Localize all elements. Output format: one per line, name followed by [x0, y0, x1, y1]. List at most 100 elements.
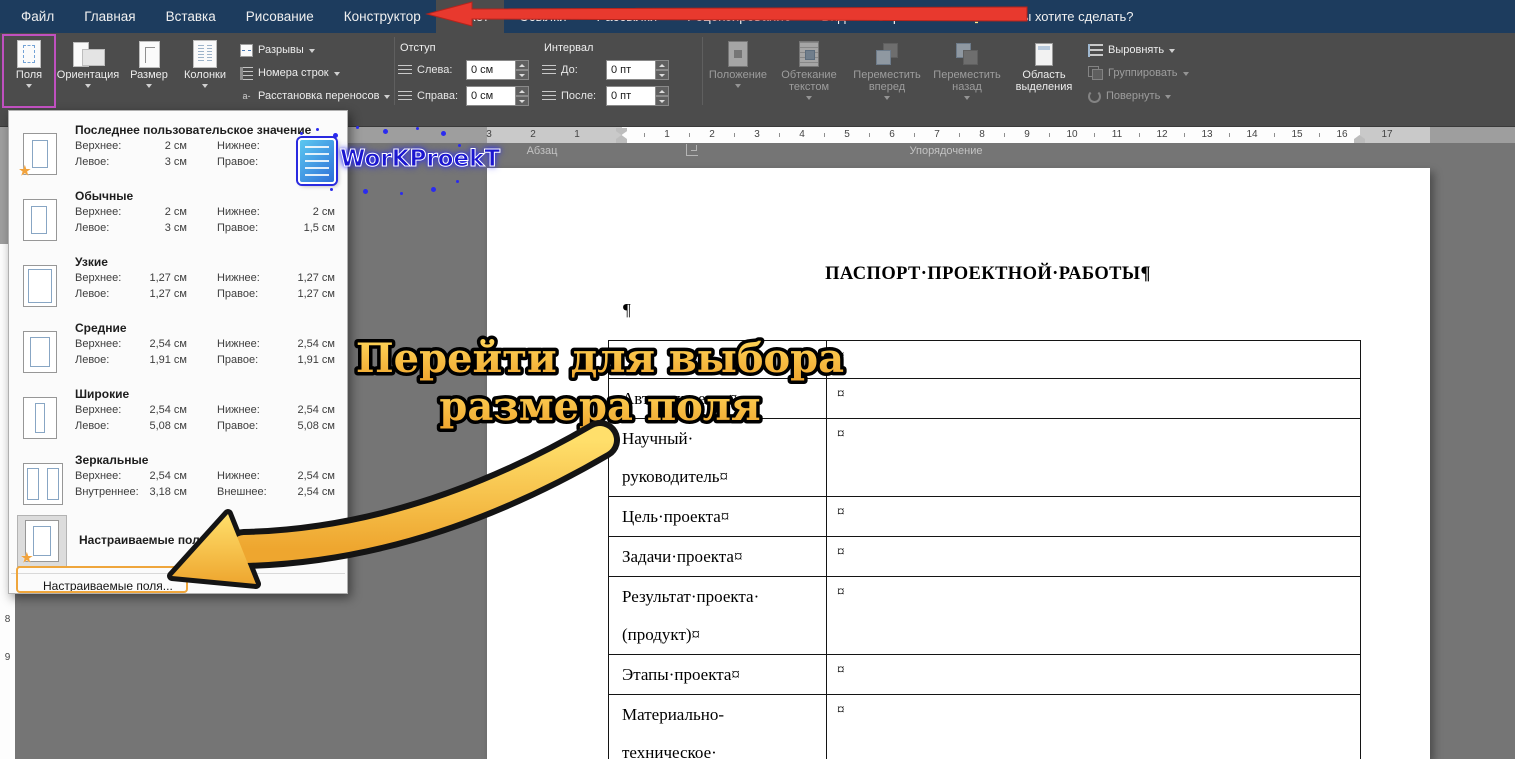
margin-label: Нижнее: [217, 338, 279, 350]
margins-preset-title: Обычные [75, 189, 133, 203]
spin-down-button[interactable] [516, 70, 529, 80]
selection-pane-button[interactable]: Область выделения [1008, 37, 1080, 105]
table-cell-label[interactable]: Цель·проекта¤ [609, 497, 827, 537]
ruler-number: 9 [1020, 129, 1034, 140]
purple-highlight-box [2, 34, 56, 108]
indent-right-field: Справа: 0 см [398, 86, 529, 106]
rotate-button[interactable]: Повернуть [1088, 86, 1171, 106]
margin-label: Правое: [217, 222, 279, 234]
spin-up-button[interactable] [516, 86, 529, 96]
margins-preset-normal[interactable]: Обычные Верхнее:2 смНижнее:2 см Левое:3 … [9, 185, 347, 249]
spin-up-button[interactable] [656, 60, 669, 70]
ruler-number: 2 [526, 129, 540, 140]
paragraph-dialog-launcher[interactable] [686, 144, 698, 156]
chevron-down-icon [1183, 72, 1189, 76]
ruler-number: 1 [660, 129, 674, 140]
align-button[interactable]: Выровнять [1088, 40, 1175, 60]
table-cell-value[interactable]: ¤ [827, 695, 1361, 759]
margin-label: Нижнее: [217, 272, 279, 284]
spacing-after-value[interactable]: 0 пт [606, 86, 656, 106]
document-title[interactable]: ПАСПОРТ·ПРОЕКТНОЙ·РАБОТЫ¶ [617, 264, 1359, 285]
breaks-button[interactable]: Разрывы [240, 40, 315, 60]
spin-up-button[interactable] [656, 86, 669, 96]
ruler-number: 11 [1110, 129, 1124, 140]
margin-label: Правое: [217, 288, 279, 300]
spin-up-button[interactable] [516, 60, 529, 70]
size-button[interactable]: Размер [124, 37, 174, 105]
columns-button[interactable]: Колонки [176, 37, 234, 105]
selection-pane-icon [1035, 43, 1053, 66]
margins-preset-icon: ★ [23, 133, 57, 175]
document-icon [298, 138, 336, 184]
tab-insert[interactable]: Вставка [151, 0, 231, 33]
table-cell-label[interactable]: Этапы·проекта¤ [609, 655, 827, 695]
margin-value: 1,91 см [143, 354, 187, 366]
ruler-number: 12 [1155, 129, 1169, 140]
send-backward-icon [955, 42, 979, 66]
table-cell-value[interactable]: ¤ [827, 497, 1361, 537]
margins-preset-narrow[interactable]: Узкие Верхнее:1,27 смНижнее:1,27 см Лево… [9, 251, 347, 315]
hyphenation-button[interactable]: Расстановка переносов [240, 86, 390, 106]
table-cell-value[interactable]: ¤ [827, 655, 1361, 695]
margins-preset-icon [23, 463, 63, 505]
table-cell-value[interactable]: ¤ [827, 419, 1361, 497]
indent-right-spinner[interactable]: 0 см [466, 86, 529, 106]
indent-left-field: Слева: 0 см [398, 60, 529, 80]
group-objects-button[interactable]: Группировать [1088, 63, 1189, 83]
position-button[interactable]: Положение [706, 37, 770, 105]
pilcrow-mark: ¶ [623, 300, 631, 320]
send-backward-label-2: назад [952, 81, 982, 93]
spacing-before-value[interactable]: 0 пт [606, 60, 656, 80]
margins-preset-title: Узкие [75, 255, 108, 269]
spacing-after-field: После: 0 пт [542, 86, 669, 106]
tab-home[interactable]: Главная [69, 0, 150, 33]
margins-preset-title: Последнее пользовательское значение [75, 123, 311, 137]
table-row: Результат·проекта·(продукт)¤ ¤ [609, 577, 1361, 655]
star-icon: ★ [21, 550, 33, 566]
ruler-number: 16 [1335, 129, 1349, 140]
margin-label: Левое: [75, 156, 143, 168]
ruler-number: 4 [795, 129, 809, 140]
send-backward-button[interactable]: Переместить назад [928, 37, 1006, 105]
chevron-down-icon [884, 96, 890, 100]
document-page[interactable]: ПАСПОРТ·ПРОЕКТНОЙ·РАБОТЫ¶ ¶ ¤ Автор·прое… [487, 168, 1430, 759]
margin-label: Внутреннее: [75, 486, 143, 498]
spacing-section-label: Интервал [544, 42, 593, 54]
orientation-button[interactable]: Ориентация [54, 37, 122, 105]
margin-label: Верхнее: [75, 470, 143, 482]
tab-draw[interactable]: Рисование [231, 0, 329, 33]
margin-value: 3 см [143, 156, 187, 168]
spacing-before-field: До: 0 пт [542, 60, 669, 80]
spacing-after-spinner[interactable]: 0 пт [606, 86, 669, 106]
margins-preset-icon: ★ [25, 520, 59, 562]
table-cell-label[interactable]: Результат·проекта·(продукт)¤ [609, 577, 827, 655]
table-cell-value[interactable]: ¤ [827, 379, 1361, 419]
indent-right-value[interactable]: 0 см [466, 86, 516, 106]
spacing-after-label: После: [561, 90, 601, 102]
table-row: Цель·проекта¤ ¤ [609, 497, 1361, 537]
star-icon: ★ [19, 163, 31, 179]
margin-label: Верхнее: [75, 404, 143, 416]
table-cell-value[interactable]: ¤ [827, 577, 1361, 655]
ruler-number: 13 [1200, 129, 1214, 140]
indent-left-spinner[interactable]: 0 см [466, 60, 529, 80]
margins-preset-icon [23, 397, 57, 439]
spin-down-button[interactable] [656, 96, 669, 106]
spacing-before-spinner[interactable]: 0 пт [606, 60, 669, 80]
table-cell-label[interactable]: Материально-техническое· [609, 695, 827, 759]
table-cell-label[interactable]: Задачи·проекта¤ [609, 537, 827, 577]
margins-preset-title: Средние [75, 321, 127, 335]
callout-line-1: Перейти для выбора [356, 335, 844, 382]
indent-left-value[interactable]: 0 см [466, 60, 516, 80]
table-cell-value[interactable]: ¤ [827, 537, 1361, 577]
margin-label: Верхнее: [75, 206, 143, 218]
margins-preset-icon [23, 331, 57, 373]
bring-forward-button[interactable]: Переместить вперед [848, 37, 926, 105]
margins-preset-moderate[interactable]: Средние Верхнее:2,54 смНижнее:2,54 см Ле… [9, 317, 347, 381]
spin-down-button[interactable] [656, 70, 669, 80]
line-numbers-button[interactable]: Номера строк [240, 63, 340, 83]
spin-down-button[interactable] [516, 96, 529, 106]
tab-file[interactable]: Файл [6, 0, 69, 33]
table-cell-value[interactable]: ¤ [827, 341, 1361, 379]
wrap-text-button[interactable]: Обтекание текстом [772, 37, 846, 105]
